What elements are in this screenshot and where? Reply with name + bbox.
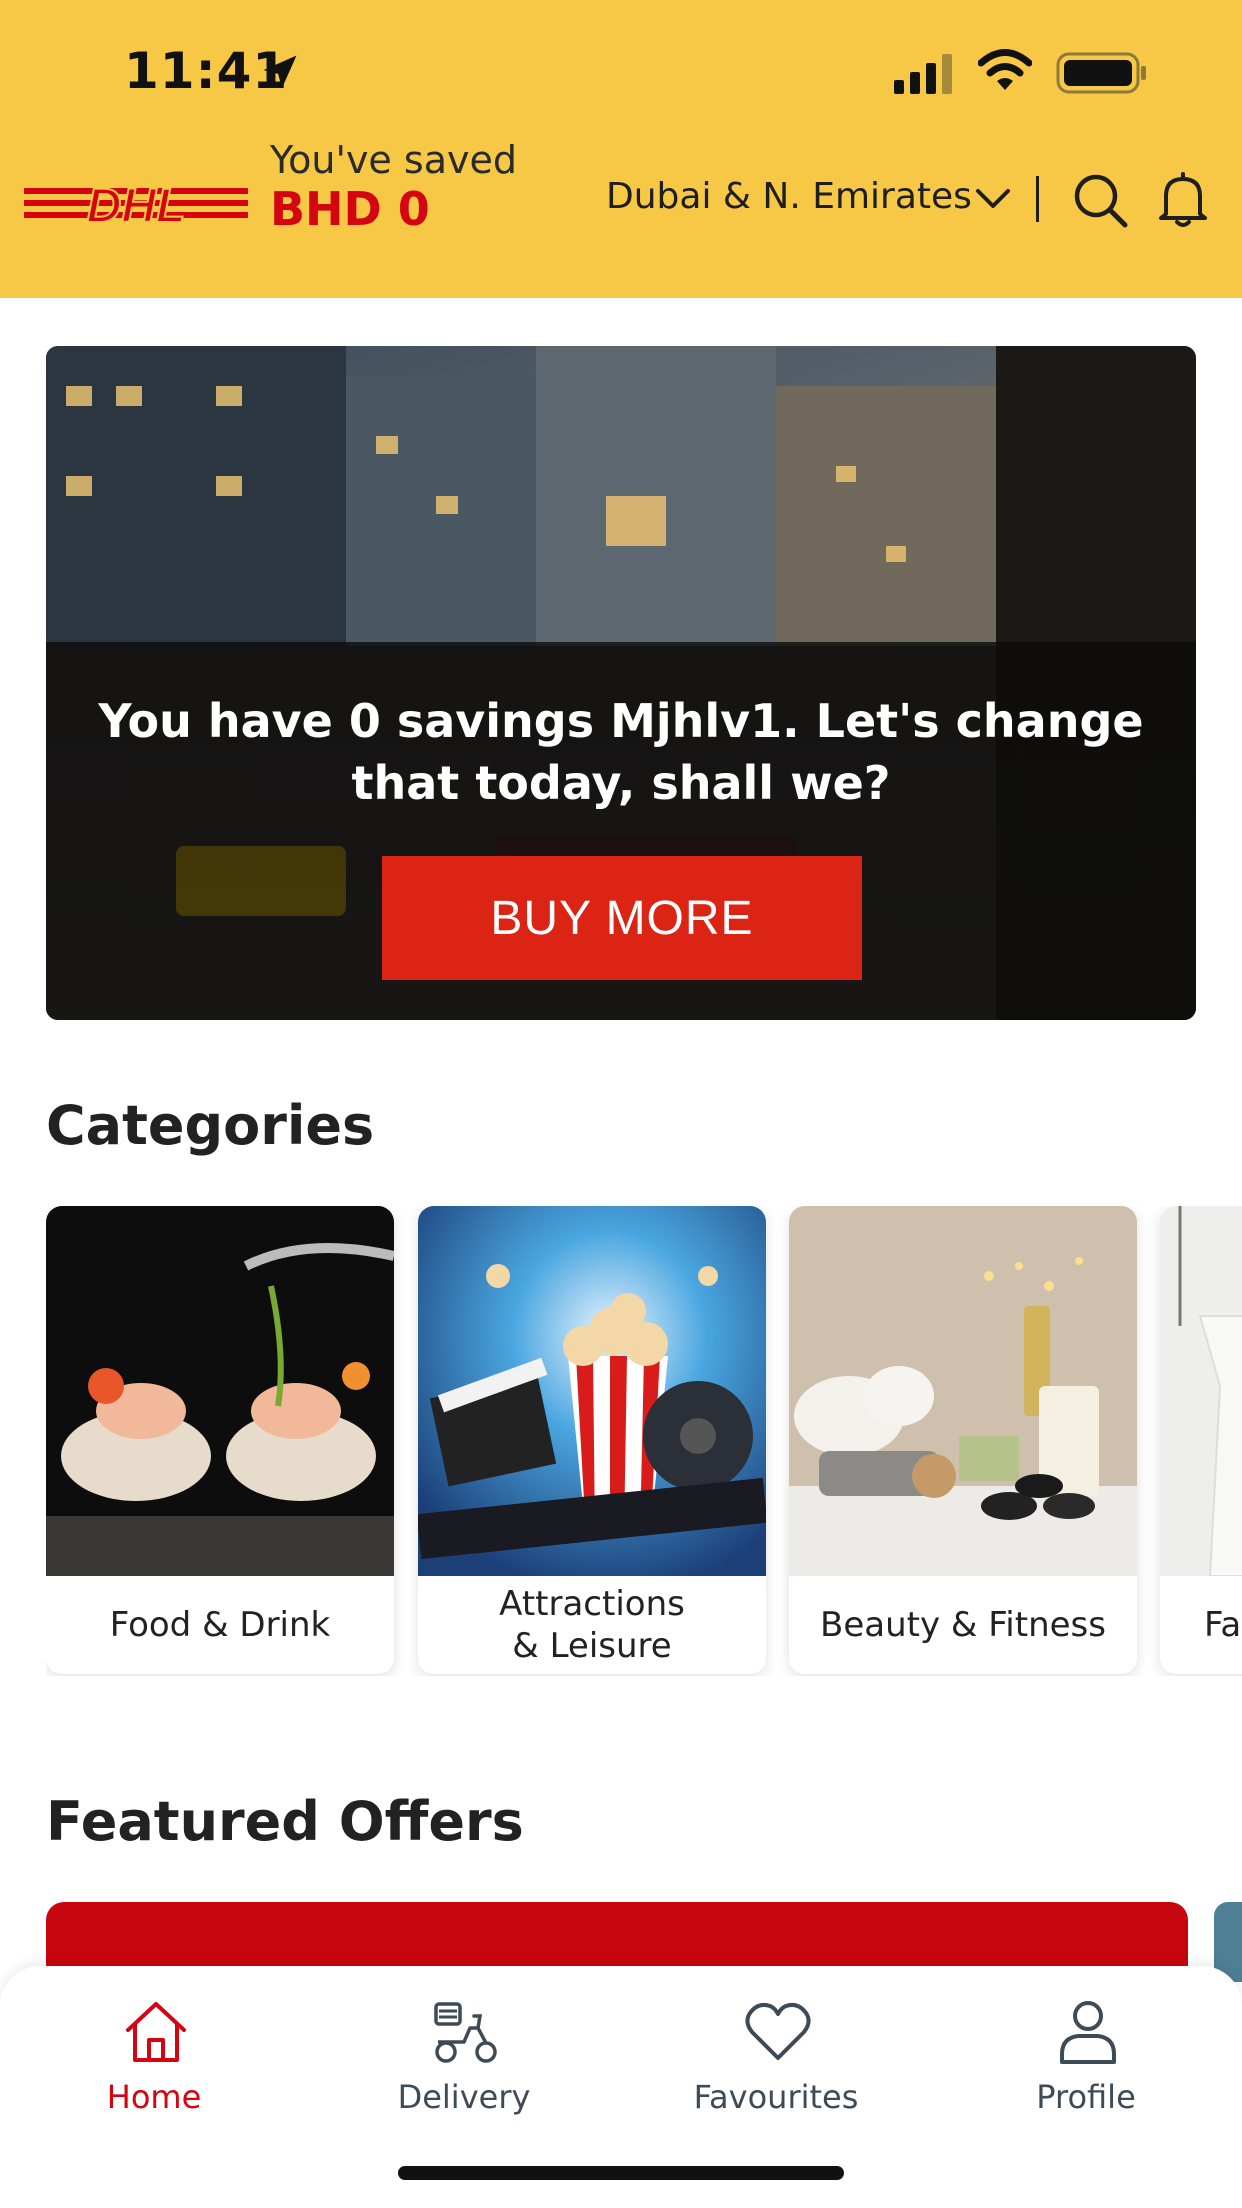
category-label: Beauty & Fitness xyxy=(820,1605,1106,1645)
buy-more-button[interactable]: BUY MORE xyxy=(382,856,862,980)
person-icon xyxy=(1060,2001,1116,2064)
categories-carousel[interactable]: Food & Drink Attractions & Leisure Beaut… xyxy=(46,1206,1242,1676)
fashion-image xyxy=(1160,1206,1242,1576)
search-icon[interactable] xyxy=(1072,172,1128,228)
tab-home[interactable]: Home xyxy=(54,1966,254,2166)
bell-icon[interactable] xyxy=(1158,170,1208,228)
attractions-leisure-image xyxy=(418,1206,766,1576)
chevron-down-icon[interactable] xyxy=(974,186,1012,212)
category-card-attractions[interactable]: Attractions & Leisure xyxy=(418,1206,766,1674)
tab-profile[interactable]: Profile xyxy=(986,1966,1186,2166)
home-indicator[interactable] xyxy=(398,2166,844,2180)
dhl-logo: DHL xyxy=(24,179,248,230)
wifi-icon xyxy=(978,49,1032,90)
scooter-icon xyxy=(434,2002,497,2063)
battery-icon xyxy=(1056,52,1146,94)
saved-label: You've saved xyxy=(270,138,517,182)
region-selector[interactable]: Dubai & N. Emirates xyxy=(606,176,972,217)
beauty-fitness-image xyxy=(789,1206,1137,1576)
heart-icon xyxy=(745,2002,811,2060)
category-card-food-drink[interactable]: Food & Drink xyxy=(46,1206,394,1674)
featured-offers-title: Featured Offers xyxy=(46,1790,524,1853)
app-header: 11:41 DHL You've saved BHD 0 Dubai & N. … xyxy=(0,0,1242,298)
tab-label: Home xyxy=(106,2078,202,2116)
food-drink-image xyxy=(46,1206,394,1576)
category-label: Attractions & Leisure xyxy=(499,1584,685,1666)
category-card-beauty-fitness[interactable]: Beauty & Fitness xyxy=(789,1206,1137,1674)
promo-banner[interactable]: You have 0 savings Mjhlv1. Let's change … xyxy=(46,346,1196,1020)
categories-title: Categories xyxy=(46,1094,375,1157)
saved-amount: BHD 0 xyxy=(270,182,430,236)
tab-label: Favourites xyxy=(693,2078,859,2116)
header-divider xyxy=(1036,176,1039,222)
tab-label: Delivery xyxy=(397,2078,531,2116)
svg-text:DHL: DHL xyxy=(87,180,186,230)
tab-favourites[interactable]: Favourites xyxy=(676,1966,876,2166)
home-icon xyxy=(126,2002,186,2062)
location-arrow-icon xyxy=(263,55,297,89)
category-card-fashion[interactable]: Fa xyxy=(1160,1206,1242,1674)
banner-message: You have 0 savings Mjhlv1. Let's change … xyxy=(98,694,1144,810)
tab-label: Profile xyxy=(1036,2078,1136,2116)
signal-icon xyxy=(894,54,952,94)
tab-delivery[interactable]: Delivery xyxy=(364,1966,564,2166)
category-label: Fa xyxy=(1204,1605,1242,1645)
category-label: Food & Drink xyxy=(109,1605,331,1645)
